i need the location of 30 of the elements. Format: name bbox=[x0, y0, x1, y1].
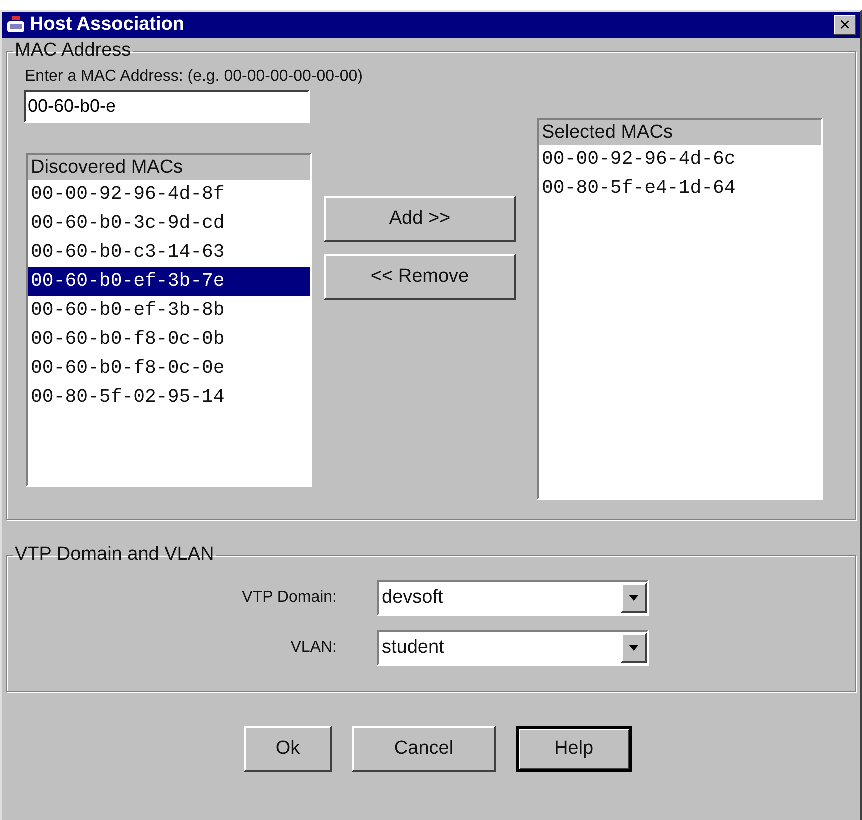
mac-list-item[interactable]: 00-60-b0-3c-9d-cd bbox=[28, 209, 310, 238]
mac-list-item[interactable]: 00-60-b0-c3-14-63 bbox=[28, 238, 310, 267]
dialog-button[interactable]: Help bbox=[516, 726, 632, 772]
list-header: Selected MACs bbox=[539, 120, 821, 145]
dialog-button[interactable]: Ok bbox=[244, 726, 332, 772]
mac-input-field[interactable]: 00-60-b0-e bbox=[24, 90, 310, 123]
mac-list-item[interactable]: 00-00-92-96-4d-8f bbox=[28, 180, 310, 209]
app-icon bbox=[6, 15, 26, 35]
mac-list-item[interactable]: 00-60-b0-f8-0c-0b bbox=[28, 325, 310, 354]
group-title: VTP Domain and VLAN bbox=[14, 544, 216, 566]
mac-list-item[interactable]: 00-00-92-96-4d-6c bbox=[539, 145, 821, 174]
field-label: VLAN: bbox=[290, 639, 337, 657]
mac-list[interactable]: Selected MACs 00-00-92-96-4d-6c 00-80-5f-e4-1d-64 bbox=[537, 118, 823, 500]
mac-list-item[interactable]: 00-60-b0-ef-3b-8b bbox=[28, 296, 310, 325]
mac-list[interactable]: Discovered MACs 00-00-92-96-4d-8f 00-60-b0-3c-9d-cd 00-60-b0-c3-14-63 00-60-b0-ef-3b-7e 00-60-b0-ef-3b-8b 00-60-b0-f8-0c-0b 00-60-b0-f8-0c-0e 00-80-5f-02-95-14 bbox=[26, 153, 312, 487]
mac-list-item[interactable]: 00-80-5f-02-95-14 bbox=[28, 383, 310, 412]
window-title: Host Association bbox=[30, 14, 186, 36]
dropdown[interactable]: devsoft bbox=[377, 580, 649, 616]
group-title: MAC Address bbox=[14, 40, 132, 62]
move-button[interactable]: << Remove bbox=[324, 254, 516, 300]
dialog-button[interactable]: Cancel bbox=[352, 726, 496, 772]
mac-list-item[interactable]: 00-80-5f-e4-1d-64 bbox=[539, 174, 821, 203]
mac-list-item[interactable]: 00-60-b0-ef-3b-7e bbox=[28, 267, 310, 296]
list-header: Discovered MACs bbox=[28, 155, 310, 180]
mac-list-item[interactable]: 00-60-b0-f8-0c-0e bbox=[28, 354, 310, 383]
dropdown[interactable]: student bbox=[377, 630, 649, 666]
field-label: VTP Domain: bbox=[241, 589, 337, 607]
field-label: Enter a MAC Address: (e.g. 00-00-00-00-00-00) bbox=[25, 68, 364, 86]
close-button[interactable]: × bbox=[834, 15, 856, 35]
move-button[interactable]: Add >> bbox=[324, 196, 516, 242]
